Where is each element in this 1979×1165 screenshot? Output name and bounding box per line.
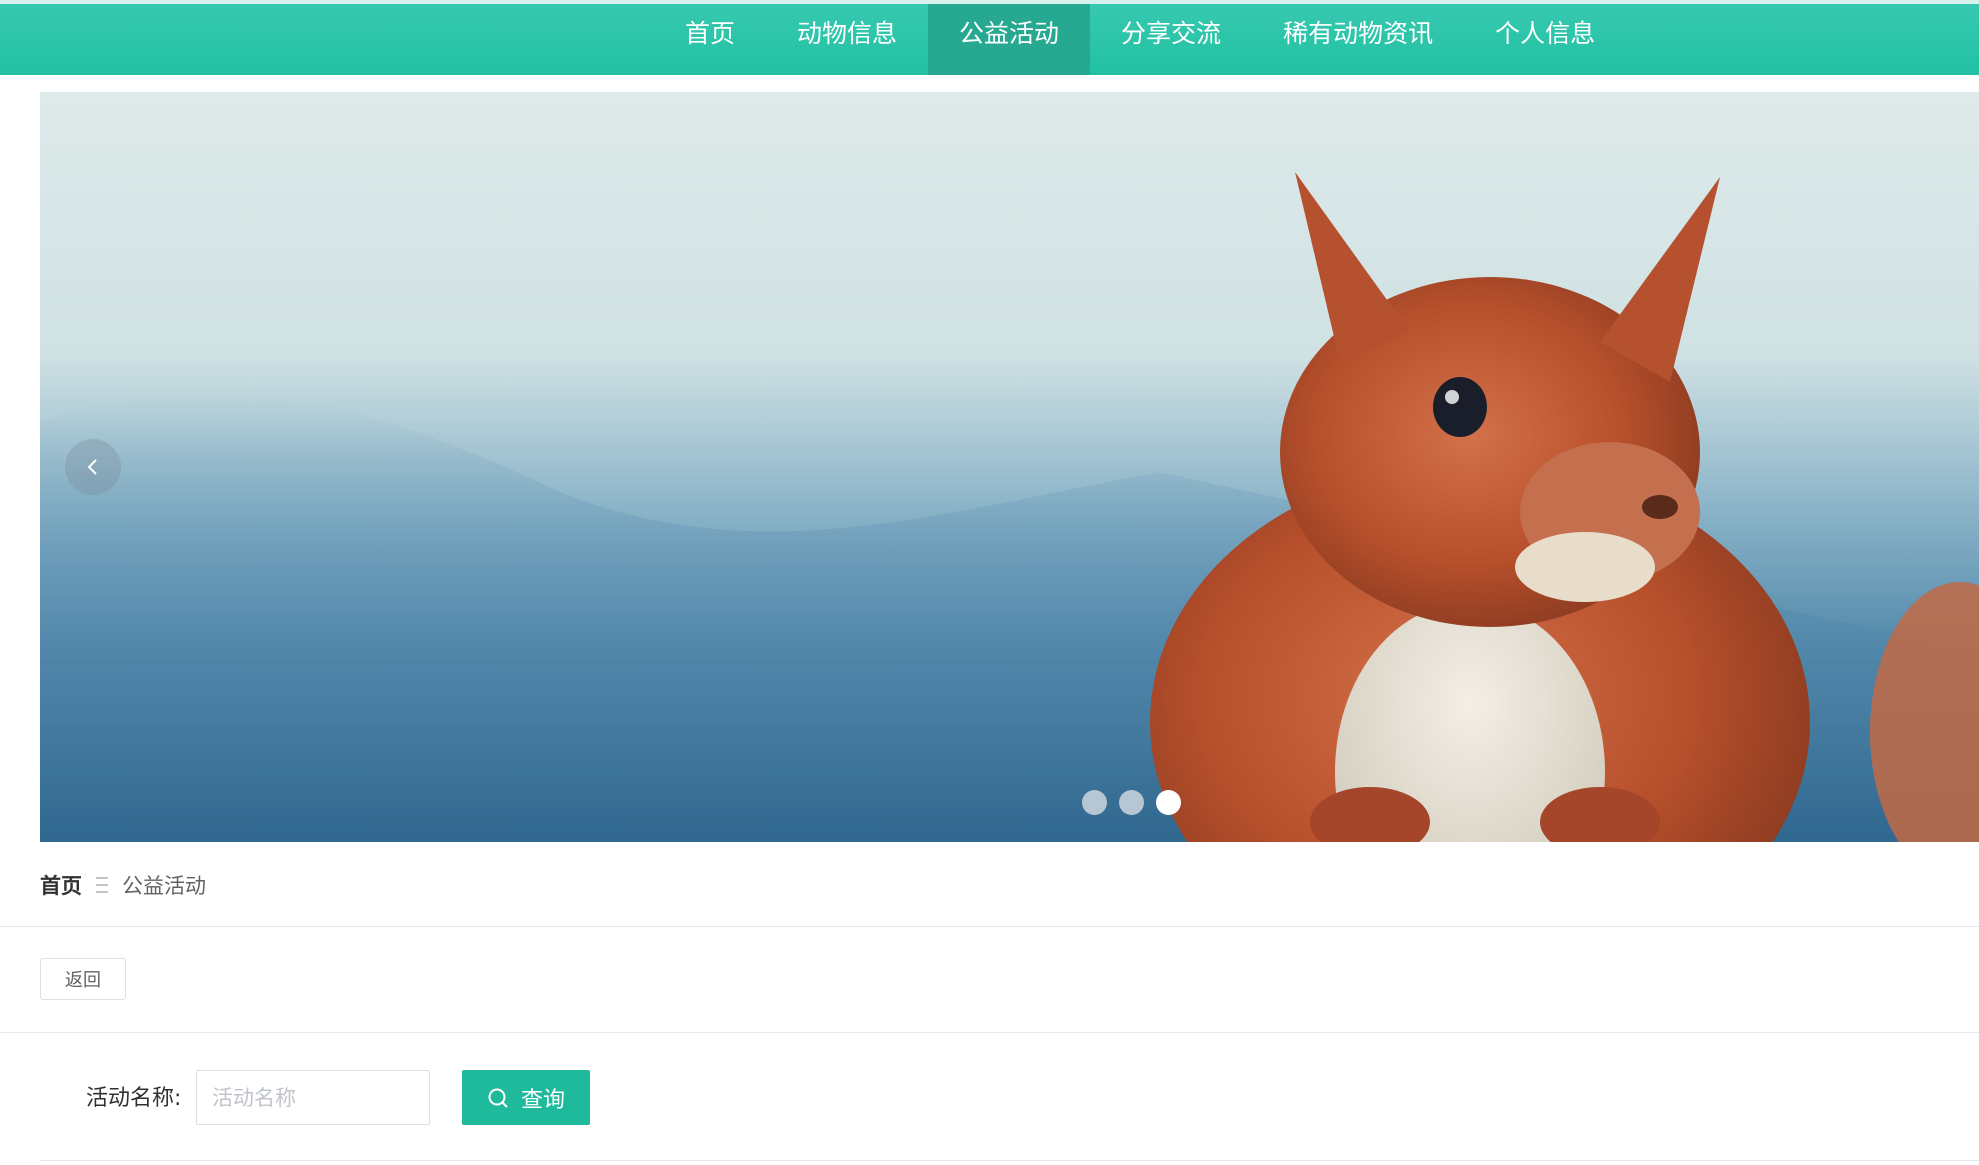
chevron-left-icon [87, 459, 97, 475]
carousel-indicator-1[interactable] [1082, 790, 1107, 815]
query-button[interactable]: 查询 [462, 1070, 590, 1125]
search-icon [488, 1088, 508, 1108]
page: 首页 动物信息 公益活动 分享交流 稀有动物资讯 个人信息 首页 公益活动 返回… [0, 0, 1979, 1165]
main-nav: 首页 动物信息 公益活动 分享交流 稀有动物资讯 个人信息 [654, 4, 1626, 75]
carousel-indicators [1082, 790, 1181, 816]
banner-image-squirrel [40, 172, 1979, 842]
carousel-indicator-2[interactable] [1119, 790, 1144, 815]
divider [40, 1160, 1979, 1161]
nav-item-charity-activities[interactable]: 公益活动 [928, 4, 1091, 75]
breadcrumb: 首页 公益活动 [40, 868, 206, 902]
divider [0, 1032, 1979, 1033]
carousel-indicator-3[interactable] [1156, 790, 1181, 815]
activity-name-label: 活动名称: [86, 1086, 182, 1111]
nav-item-home[interactable]: 首页 [654, 4, 766, 75]
query-button-label: 查询 [520, 1087, 565, 1113]
activity-name-input[interactable] [196, 1070, 430, 1125]
back-button[interactable]: 返回 [40, 958, 126, 1000]
nav-item-rare-animal-news[interactable]: 稀有动物资讯 [1252, 4, 1464, 75]
nav-item-animal-info[interactable]: 动物信息 [766, 4, 928, 75]
carousel-prev-button[interactable] [65, 439, 121, 495]
divider [0, 926, 1979, 927]
banner-carousel [40, 92, 1979, 842]
top-nav-bar: 首页 动物信息 公益活动 分享交流 稀有动物资讯 个人信息 [0, 0, 1979, 75]
breadcrumb-current: 公益活动 [122, 874, 206, 898]
nav-item-sharing[interactable]: 分享交流 [1090, 4, 1252, 75]
nav-item-profile[interactable]: 个人信息 [1464, 4, 1626, 75]
breadcrumb-separator-icon [96, 877, 108, 893]
breadcrumb-home[interactable]: 首页 [40, 870, 82, 900]
